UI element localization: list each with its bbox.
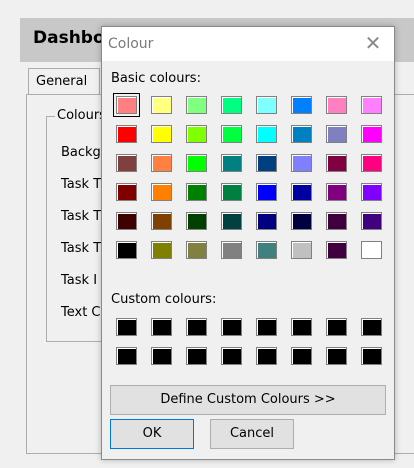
custom-colour-swatch[interactable] xyxy=(186,347,207,365)
custom-colour-swatch[interactable] xyxy=(151,347,172,365)
custom-colour-swatch[interactable] xyxy=(361,318,382,336)
basic-colour-swatch[interactable] xyxy=(361,212,382,230)
row-label: Backg xyxy=(61,145,101,160)
ok-button[interactable]: OK xyxy=(110,419,194,449)
custom-colour-swatch[interactable] xyxy=(186,318,207,336)
basic-colour-swatch[interactable] xyxy=(256,154,277,172)
custom-colours-label: Custom colours: xyxy=(111,292,217,307)
custom-colour-swatch[interactable] xyxy=(116,347,137,365)
basic-colour-swatch[interactable] xyxy=(326,212,347,230)
basic-colour-swatch[interactable] xyxy=(116,241,137,259)
basic-colour-swatch[interactable] xyxy=(256,212,277,230)
basic-colour-swatch[interactable] xyxy=(151,212,172,230)
basic-colour-swatch[interactable] xyxy=(151,241,172,259)
basic-colour-swatch[interactable] xyxy=(256,183,277,201)
row-label: Task I xyxy=(61,273,98,288)
basic-colour-swatch[interactable] xyxy=(221,96,242,114)
basic-colour-swatch[interactable] xyxy=(361,241,382,259)
custom-colour-swatch[interactable] xyxy=(116,318,137,336)
basic-colour-swatch[interactable] xyxy=(116,154,137,172)
basic-colour-swatch[interactable] xyxy=(186,154,207,172)
custom-colour-swatch[interactable] xyxy=(326,347,347,365)
basic-colour-swatch[interactable] xyxy=(221,125,242,143)
basic-colours-label: Basic colours: xyxy=(111,71,201,86)
custom-colour-swatch[interactable] xyxy=(221,318,242,336)
row-label: Text C xyxy=(61,305,101,320)
basic-colour-swatch[interactable] xyxy=(151,125,172,143)
basic-colour-swatch[interactable] xyxy=(361,125,382,143)
basic-colour-swatch[interactable] xyxy=(186,125,207,143)
custom-colour-swatch[interactable] xyxy=(256,318,277,336)
basic-colour-swatch[interactable] xyxy=(361,154,382,172)
basic-colour-swatch[interactable] xyxy=(326,125,347,143)
basic-colour-swatch[interactable] xyxy=(221,154,242,172)
custom-colour-swatch[interactable] xyxy=(291,318,312,336)
basic-colour-swatch[interactable] xyxy=(186,183,207,201)
basic-colour-swatch[interactable] xyxy=(326,183,347,201)
basic-colour-swatch[interactable] xyxy=(361,183,382,201)
basic-colour-swatch[interactable] xyxy=(221,183,242,201)
basic-colour-swatch[interactable] xyxy=(113,93,140,117)
basic-colour-swatch[interactable] xyxy=(326,241,347,259)
colours-group-label: Colours xyxy=(55,108,108,123)
basic-colour-swatch[interactable] xyxy=(221,212,242,230)
basic-colour-swatch[interactable] xyxy=(116,212,137,230)
basic-colour-swatch[interactable] xyxy=(116,183,137,201)
basic-colour-swatch[interactable] xyxy=(151,96,172,114)
basic-colour-swatch[interactable] xyxy=(151,183,172,201)
basic-colour-swatch[interactable] xyxy=(256,96,277,114)
define-custom-colours-button[interactable]: Define Custom Colours >> xyxy=(110,385,386,415)
basic-colour-swatch[interactable] xyxy=(151,154,172,172)
custom-colour-swatch[interactable] xyxy=(221,347,242,365)
basic-colour-swatch[interactable] xyxy=(291,212,312,230)
basic-colour-swatch[interactable] xyxy=(221,241,242,259)
basic-colour-swatch[interactable] xyxy=(256,241,277,259)
basic-colour-swatch[interactable] xyxy=(186,96,207,114)
dialog-titlebar[interactable]: Colour ✕ xyxy=(102,27,394,61)
dialog-title: Colour xyxy=(108,36,154,52)
basic-colour-swatch[interactable] xyxy=(291,154,312,172)
row-label: Task T xyxy=(61,177,102,192)
basic-colour-swatch[interactable] xyxy=(256,125,277,143)
dashboard-title: Dashbo xyxy=(33,28,105,48)
basic-colour-swatch[interactable] xyxy=(291,96,312,114)
colour-dialog: Colour ✕ Basic colours: Custom colours: … xyxy=(101,26,395,460)
row-label: Task T xyxy=(61,209,102,224)
basic-colour-swatch[interactable] xyxy=(291,241,312,259)
close-icon[interactable]: ✕ xyxy=(362,32,384,54)
custom-colour-swatch[interactable] xyxy=(256,347,277,365)
cancel-button[interactable]: Cancel xyxy=(210,419,294,449)
custom-colour-swatch[interactable] xyxy=(291,347,312,365)
custom-colour-swatch[interactable] xyxy=(361,347,382,365)
basic-colour-swatch[interactable] xyxy=(291,125,312,143)
basic-colour-swatch[interactable] xyxy=(186,212,207,230)
basic-colour-swatch[interactable] xyxy=(291,183,312,201)
basic-colour-swatch[interactable] xyxy=(326,154,347,172)
basic-colour-swatch[interactable] xyxy=(186,241,207,259)
row-label: Task T xyxy=(61,241,102,256)
basic-colour-swatch[interactable] xyxy=(361,96,382,114)
tab-general[interactable]: General xyxy=(28,68,100,94)
basic-colour-swatch[interactable] xyxy=(326,96,347,114)
custom-colour-swatch[interactable] xyxy=(151,318,172,336)
custom-colour-swatch[interactable] xyxy=(326,318,347,336)
basic-colour-swatch[interactable] xyxy=(116,125,137,143)
